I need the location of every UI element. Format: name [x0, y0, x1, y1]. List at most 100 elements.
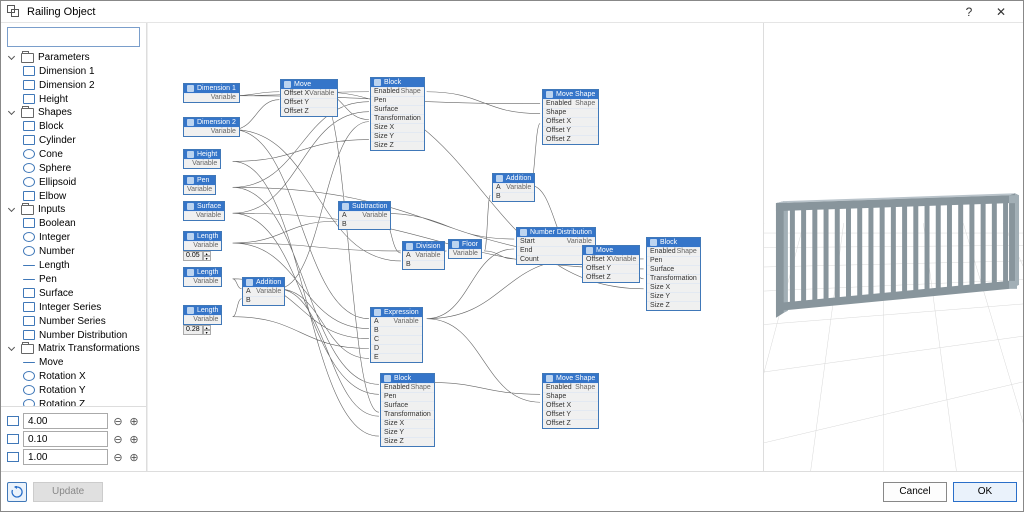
- plus-button[interactable]: ⊕: [128, 433, 140, 445]
- tree-item[interactable]: Rotation Z: [1, 397, 146, 406]
- minus-button[interactable]: ⊖: [112, 415, 124, 427]
- node-header[interactable]: Surface: [184, 202, 224, 211]
- node-port[interactable]: B: [403, 260, 444, 269]
- update-button[interactable]: Update: [33, 482, 103, 502]
- node-header[interactable]: Division: [403, 242, 444, 251]
- node-port[interactable]: Variable: [184, 211, 224, 220]
- node-port[interactable]: E: [371, 353, 422, 362]
- spinner-input[interactable]: 0.05▴▾: [183, 251, 211, 261]
- node-header[interactable]: Length: [184, 268, 221, 277]
- graph-node[interactable]: AdditionAVariableB: [242, 277, 285, 306]
- tree-item[interactable]: Move: [1, 355, 146, 369]
- graph-node[interactable]: SubtractionAVariableB: [338, 201, 391, 230]
- node-port[interactable]: Shape: [543, 392, 598, 401]
- spinner-input[interactable]: 0.28▴▾: [183, 325, 211, 335]
- graph-node[interactable]: Move ShapeEnabledShapeShapeOffset XOffse…: [542, 89, 599, 145]
- graph-node[interactable]: LengthVariable: [183, 267, 222, 287]
- node-header[interactable]: Subtraction: [339, 202, 390, 211]
- tree-item[interactable]: Number Series: [1, 314, 146, 328]
- node-port[interactable]: Variable: [184, 159, 220, 168]
- node-canvas[interactable]: Dimension 1VariableDimension 2VariableHe…: [147, 23, 763, 471]
- tree-item[interactable]: Cone: [1, 147, 146, 161]
- node-port[interactable]: D: [371, 344, 422, 353]
- node-header[interactable]: Length: [184, 232, 221, 241]
- node-header[interactable]: Block: [381, 374, 434, 383]
- param-value-input[interactable]: [23, 413, 108, 429]
- node-port[interactable]: Transformation: [371, 114, 424, 123]
- cancel-button[interactable]: Cancel: [883, 482, 947, 502]
- node-port[interactable]: Surface: [371, 105, 424, 114]
- close-button[interactable]: ✕: [985, 5, 1017, 19]
- node-port[interactable]: EnabledShape: [647, 247, 700, 256]
- graph-node[interactable]: BlockEnabledShapePenSurfaceTransformatio…: [370, 77, 425, 151]
- tree-item[interactable]: Block: [1, 119, 146, 133]
- tree-group-header[interactable]: Matrix Transformations: [1, 342, 146, 355]
- tree-item[interactable]: Rotation Y: [1, 383, 146, 397]
- node-port[interactable]: Offset Y: [543, 410, 598, 419]
- graph-node[interactable]: BlockEnabledShapePenSurfaceTransformatio…: [646, 237, 701, 311]
- tree-group-header[interactable]: Inputs: [1, 203, 146, 216]
- tree-item[interactable]: Length: [1, 258, 146, 272]
- tree-item[interactable]: Dimension 1: [1, 64, 146, 78]
- node-port[interactable]: Variable: [184, 241, 221, 250]
- graph-node[interactable]: Dimension 2Variable: [183, 117, 240, 137]
- node-port[interactable]: Variable: [184, 277, 221, 286]
- node-port[interactable]: Variable: [184, 185, 215, 194]
- node-header[interactable]: Expression: [371, 308, 422, 317]
- node-port[interactable]: Size Y: [371, 132, 424, 141]
- node-header[interactable]: Move: [281, 80, 337, 89]
- param-value-input[interactable]: [23, 431, 108, 447]
- graph-node[interactable]: LengthVariable: [183, 231, 222, 251]
- graph-node[interactable]: HeightVariable: [183, 149, 221, 169]
- node-port[interactable]: Variable: [184, 93, 239, 102]
- node-port[interactable]: Variable: [184, 127, 239, 136]
- node-port[interactable]: Size Z: [647, 301, 700, 310]
- node-header[interactable]: Addition: [243, 278, 284, 287]
- node-header[interactable]: Addition: [493, 174, 534, 183]
- node-port[interactable]: Size Y: [381, 428, 434, 437]
- node-header[interactable]: Number Distribution: [517, 228, 595, 237]
- node-port[interactable]: Offset Z: [281, 107, 337, 116]
- node-port[interactable]: Offset XVariable: [583, 255, 639, 264]
- node-header[interactable]: Floor: [449, 240, 481, 249]
- node-port[interactable]: Offset Y: [583, 264, 639, 273]
- node-port[interactable]: C: [371, 335, 422, 344]
- graph-node[interactable]: BlockEnabledShapePenSurfaceTransformatio…: [380, 373, 435, 447]
- tree-item[interactable]: Integer Series: [1, 300, 146, 314]
- minus-button[interactable]: ⊖: [112, 451, 124, 463]
- node-header[interactable]: Move Shape: [543, 90, 598, 99]
- tree-item[interactable]: Sphere: [1, 161, 146, 175]
- node-port[interactable]: Offset X: [543, 401, 598, 410]
- tree-item[interactable]: Number: [1, 244, 146, 258]
- node-header[interactable]: Pen: [184, 176, 215, 185]
- tree-item[interactable]: Pen: [1, 272, 146, 286]
- node-port[interactable]: Pen: [647, 256, 700, 265]
- node-port[interactable]: Size X: [647, 283, 700, 292]
- node-port[interactable]: B: [243, 296, 284, 305]
- node-port[interactable]: EnabledShape: [381, 383, 434, 392]
- tree-item[interactable]: Height: [1, 92, 146, 106]
- plus-button[interactable]: ⊕: [128, 415, 140, 427]
- node-tree[interactable]: ParametersDimension 1Dimension 2HeightSh…: [1, 51, 146, 406]
- tree-item[interactable]: Cylinder: [1, 133, 146, 147]
- node-port[interactable]: Offset Z: [543, 135, 598, 144]
- ok-button[interactable]: OK: [953, 482, 1017, 502]
- tree-item[interactable]: Rotation X: [1, 369, 146, 383]
- node-port[interactable]: Size X: [381, 419, 434, 428]
- tree-item[interactable]: Elbow: [1, 189, 146, 203]
- node-header[interactable]: Length: [184, 306, 221, 315]
- node-port[interactable]: AVariable: [339, 211, 390, 220]
- node-port[interactable]: Offset Z: [583, 273, 639, 282]
- spinner-down[interactable]: ▾: [203, 256, 211, 261]
- node-port[interactable]: Pen: [381, 392, 434, 401]
- node-port[interactable]: B: [493, 192, 534, 201]
- tree-item[interactable]: Boolean: [1, 216, 146, 230]
- node-port[interactable]: Offset XVariable: [281, 89, 337, 98]
- node-port[interactable]: AVariable: [243, 287, 284, 296]
- node-port[interactable]: Size Y: [647, 292, 700, 301]
- graph-node[interactable]: ExpressionAVariableBCDE: [370, 307, 423, 363]
- node-port[interactable]: Surface: [647, 265, 700, 274]
- tree-group-header[interactable]: Shapes: [1, 106, 146, 119]
- tree-item[interactable]: Dimension 2: [1, 78, 146, 92]
- graph-node[interactable]: SurfaceVariable: [183, 201, 225, 221]
